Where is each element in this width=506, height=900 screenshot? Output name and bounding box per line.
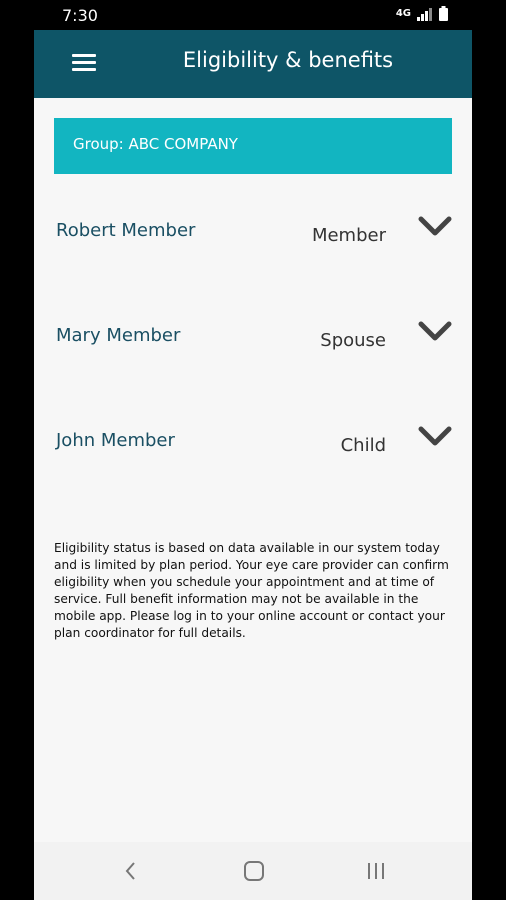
- chevron-down-icon[interactable]: [418, 321, 452, 343]
- group-banner: Group: ABC COMPANY: [54, 118, 452, 174]
- recent-apps-icon[interactable]: [364, 860, 388, 882]
- group-label: Group: ABC COMPANY: [73, 135, 238, 153]
- network-label: 4G: [395, 8, 411, 19]
- battery-icon: [439, 6, 448, 21]
- home-icon[interactable]: [242, 860, 266, 882]
- member-name: Robert Member: [56, 220, 196, 241]
- member-name: John Member: [56, 430, 175, 451]
- chevron-down-icon[interactable]: [418, 426, 452, 448]
- member-role: Child: [340, 435, 386, 456]
- app-screen: Eligibility & benefits Group: ABC COMPAN…: [34, 30, 472, 900]
- member-row-robert[interactable]: Robert Member Member: [34, 216, 472, 280]
- member-role: Spouse: [320, 330, 386, 351]
- status-bar: 7:30 4G: [0, 0, 506, 30]
- page-title: Eligibility & benefits: [182, 48, 394, 72]
- signal-icon: [417, 7, 432, 21]
- member-name: Mary Member: [56, 325, 181, 346]
- status-icons: 4G: [396, 6, 448, 21]
- back-icon[interactable]: [122, 860, 140, 882]
- disclaimer-text: Eligibility status is based on data avai…: [54, 541, 449, 640]
- system-nav-bar: [34, 842, 472, 900]
- member-row-john[interactable]: John Member Child: [34, 426, 472, 490]
- status-time: 7:30: [62, 6, 98, 25]
- member-role: Member: [311, 225, 386, 246]
- chevron-down-icon[interactable]: [418, 216, 452, 238]
- member-row-mary[interactable]: Mary Member Spouse: [34, 321, 472, 385]
- menu-icon[interactable]: [72, 54, 96, 72]
- app-bar: Eligibility & benefits: [34, 30, 472, 98]
